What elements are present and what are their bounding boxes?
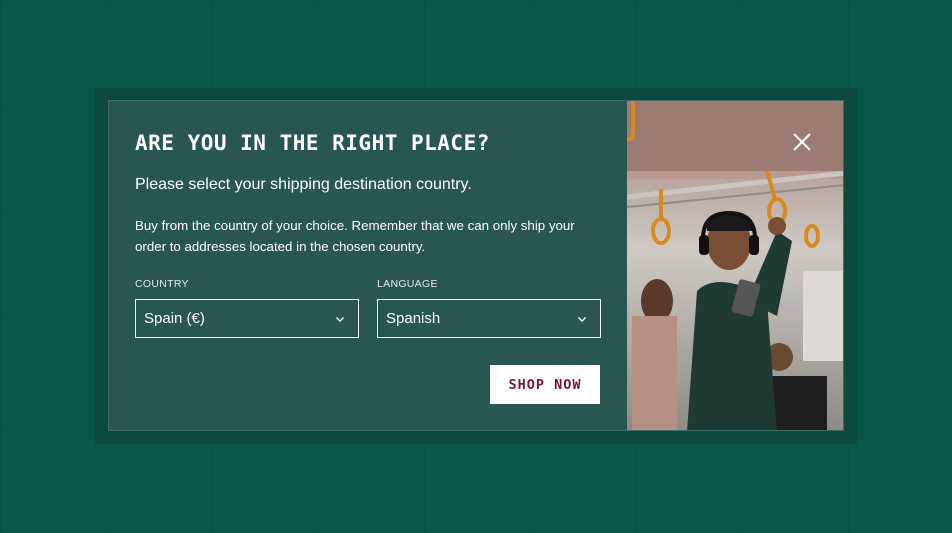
country-field: COUNTRY Spain (€): [135, 278, 359, 338]
language-select[interactable]: Spanish: [377, 299, 601, 338]
country-select-value: Spain (€): [144, 310, 205, 327]
language-field: LANGUAGE Spanish: [377, 278, 601, 338]
shop-now-button[interactable]: SHOP NOW: [490, 365, 600, 404]
modal-description: Buy from the country of your choice. Rem…: [135, 218, 575, 254]
modal-subtitle: Please select your shipping destination …: [135, 176, 472, 193]
language-label: LANGUAGE: [377, 278, 438, 290]
country-label: COUNTRY: [135, 278, 189, 290]
language-select-value: Spanish: [386, 310, 441, 327]
hero-photo: [627, 101, 843, 430]
chevron-down-icon: [336, 317, 344, 322]
chevron-down-icon: [578, 317, 586, 322]
country-selector-modal: ARE YOU IN THE RIGHT PLACE? Please selec…: [108, 100, 844, 431]
modal-title: ARE YOU IN THE RIGHT PLACE?: [135, 131, 490, 155]
close-icon[interactable]: [791, 131, 813, 153]
modal-content: ARE YOU IN THE RIGHT PLACE? Please selec…: [135, 101, 601, 430]
country-select[interactable]: Spain (€): [135, 299, 359, 338]
